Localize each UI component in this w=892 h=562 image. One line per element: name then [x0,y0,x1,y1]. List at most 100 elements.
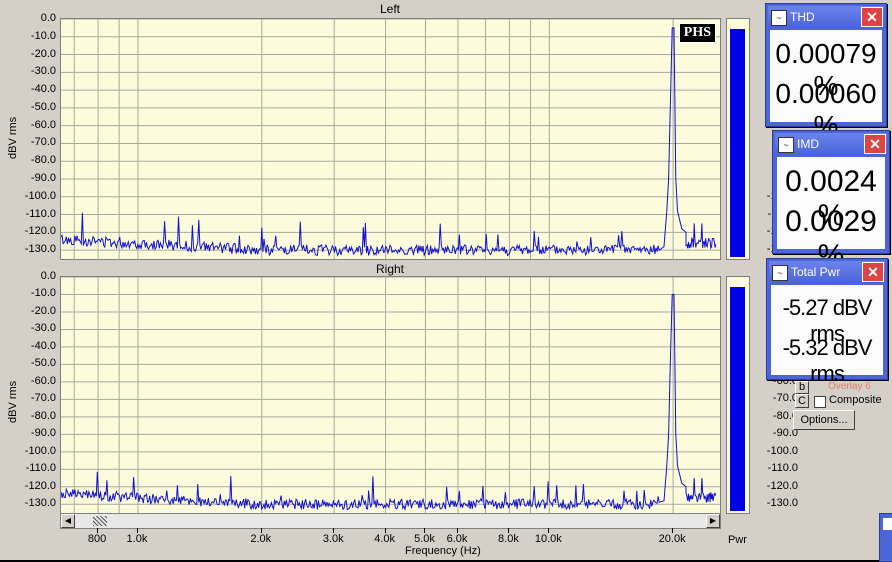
close-icon[interactable]: ✕ [862,262,884,282]
partial-window [879,513,892,562]
secondary-scale-label: -70.0 [772,392,798,405]
right-y-tick-label: -110.0 [25,462,56,475]
left-y-tick-label: -70.0 [30,136,56,149]
meter-icon: ~ [771,10,787,26]
right-y-tick-label: -100.0 [24,444,56,457]
right-y-tick-label: -130.0 [24,497,56,510]
x-tick-mark [548,528,550,533]
x-tick-label: 10.0k [534,533,562,545]
x-tick-mark [424,528,426,533]
power-meter-top [726,18,750,260]
x-tick-label: 20.0k [658,533,686,545]
left-y-tick-label: -40.0 [30,83,56,96]
imd-body: 0.0024 % 0.0029 % [777,157,885,272]
meter-icon: ~ [778,137,794,153]
power-meter-bottom-bar [730,287,745,511]
close-icon[interactable]: ✕ [864,134,886,154]
left-y-tick-label: -80.0 [30,154,56,167]
options-button[interactable]: Options... [793,410,855,430]
left-y-tick-label: 0.0 [40,12,56,24]
secondary-scale-label: -80.0 [772,409,798,422]
right-y-tick-label: -50.0 [30,357,56,370]
x-tick-mark [457,528,459,533]
spectrum-trace [60,27,717,258]
x-tick-mark [333,528,335,533]
total-pwr-body: -5.27 dBV rms -5.32 dBV rms [771,285,883,386]
left-y-tick-label: -90.0 [30,172,56,184]
imd-window[interactable]: ~ IMD ✕ 0.0024 % 0.0029 % [772,130,890,272]
left-y-tick-label: -30.0 [30,65,56,78]
right-y-tick-label: -40.0 [30,339,56,352]
left-y-tick-label: -100.0 [24,189,56,202]
secondary-scale-label: -110.0 [767,462,798,475]
right-y-tick-label: -70.0 [30,392,56,405]
x-tick-mark [260,528,262,533]
x-tick-label: 4.0k [374,533,395,545]
x-tick-label: 3.0k [322,533,344,545]
secondary-scale-label: -130.0 [766,497,798,510]
composite-checkbox[interactable] [814,396,826,408]
secondary-scale-label: -100.0 [766,444,798,457]
right-y-tick-label: -10.0 [30,287,56,300]
secondary-scale-label: -90.0 [772,427,798,440]
power-meter-bottom [726,276,750,514]
meter-icon: ~ [772,265,788,281]
secondary-scale-label: -120.0 [766,479,798,492]
x-tick-label: 8.0k [498,533,519,545]
thd-titlebar[interactable]: ~ THD ✕ [768,6,884,28]
scroll-right-button[interactable]: ▶ [706,514,720,528]
x-tick-mark [384,528,386,533]
right-y-tick-label: -90.0 [30,427,56,440]
scroll-left-button[interactable]: ◀ [61,514,75,528]
total-pwr-window[interactable]: ~ Total Pwr ✕ -5.27 dBV rms -5.32 dBV rm… [766,258,888,386]
thd-window[interactable]: ~ THD ✕ 0.00079 % 0.00060 % [765,3,887,141]
composite-label: Composite [829,394,882,406]
thd-body: 0.00079 % 0.00060 % [770,30,882,141]
left-y-tick-label: -130.0 [24,243,56,256]
x-tick-mark [508,528,510,533]
options-button-label: Options... [800,414,848,426]
x-tick-mark [672,528,674,533]
right-y-tick-label: -30.0 [30,322,56,335]
right-y-tick-label: -120.0 [24,479,56,492]
scroll-thumb[interactable] [93,516,107,526]
left-plot: PHS [60,18,721,260]
right-y-tick-label: -80.0 [30,409,56,422]
x-tick-label: 2.0k [250,533,272,545]
x-tick-mark [136,528,138,533]
c-button[interactable]: C [795,394,809,408]
left-y-tick-label: -20.0 [30,47,56,60]
x-tick-label: 5.0k [414,533,435,545]
partial-window-icon [883,518,892,530]
x-tick-label: 1.0k [126,533,148,545]
x-tick-mark [97,528,99,533]
left-y-axis-label: dBV rms [7,116,19,159]
right-plot [60,276,721,514]
right-y-tick-label: 0.0 [40,270,56,282]
right-y-tick-label: -60.0 [30,374,56,387]
right-spectrum-chart [60,276,720,513]
x-axis-label: Frequency (Hz) [405,545,481,557]
phs-badge-text: PHS [683,25,711,40]
phs-badge: PHS [678,23,716,43]
left-y-tick-label: -120.0 [24,225,56,238]
total-pwr-titlebar[interactable]: ~ Total Pwr ✕ [769,261,885,283]
left-y-tick-label: -110.0 [25,207,56,220]
left-spectrum-chart [60,18,720,259]
left-plot-title: Left [379,2,400,16]
right-y-tick-label: -20.0 [30,304,56,317]
horizontal-scrollbar[interactable]: ◀ ▶ [60,513,721,529]
left-y-tick-label: -10.0 [30,29,56,42]
c-button-label: C [798,395,806,407]
imd-title: IMD [797,137,819,151]
imd-titlebar[interactable]: ~ IMD ✕ [775,133,887,155]
total-pwr-value-right: -5.32 dBV rms [782,335,873,386]
x-tick-label: 800 [87,533,107,545]
close-icon[interactable]: ✕ [861,7,883,27]
analyzer-window: Left dBV rms 0.0 -10.0 -20.0 -30.0 -40.0 -50.… [0,0,892,562]
x-tick-label: 6.0k [446,533,468,545]
left-y-tick-label: -50.0 [30,100,56,113]
power-meter-top-bar [730,29,745,257]
power-meter-label: Pwr [728,534,747,546]
right-plot-title: Right [375,262,404,276]
